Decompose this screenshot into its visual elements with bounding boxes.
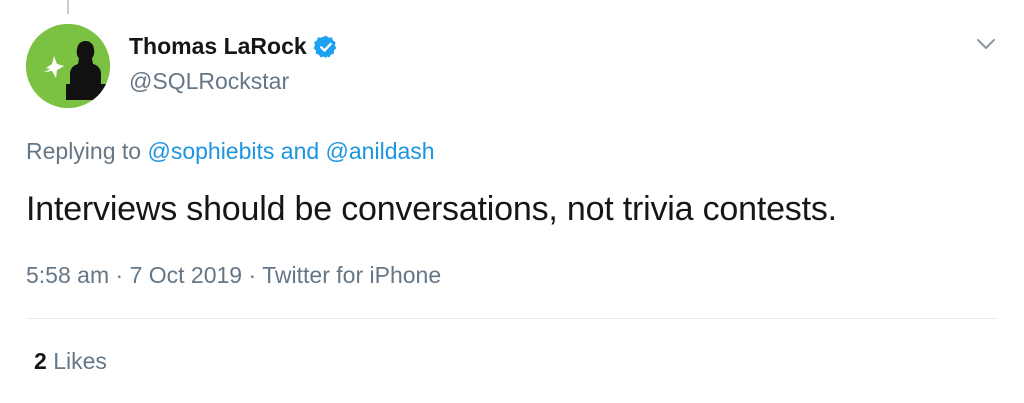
tweet-metadata: 5:58 am · 7 Oct 2019 · Twitter for iPhon… (26, 262, 441, 289)
tweet-time-link[interactable]: 5:58 am (26, 262, 109, 288)
tweet-text: Interviews should be conversations, not … (26, 190, 837, 228)
likes-link[interactable]: 2 Likes (34, 348, 107, 375)
reply-joiner[interactable]: and (281, 138, 319, 164)
user-name[interactable]: Thomas LaRock (129, 33, 339, 60)
user-name-text[interactable]: Thomas LaRock (129, 33, 307, 60)
tweet-card: Thomas LaRock @SQLRockstar Replying to @… (0, 0, 1024, 403)
chevron-down-icon[interactable] (972, 30, 1000, 58)
tweet-source-link[interactable]: Twitter for iPhone (262, 262, 441, 288)
thread-connector-line (67, 0, 69, 14)
tweet-date-link[interactable]: 7 Oct 2019 (130, 262, 243, 288)
divider (26, 318, 998, 319)
reply-prefix: Replying to (26, 138, 142, 164)
avatar-silhouette-icon (26, 24, 110, 108)
mention-link-anildash[interactable]: @anildash (326, 138, 435, 164)
avatar[interactable] (26, 24, 110, 108)
mention-link-sophiebits[interactable]: @sophiebits (147, 138, 274, 164)
reply-context: Replying to @sophiebits and @anildash (26, 138, 435, 165)
verified-badge-icon (313, 35, 336, 58)
meta-separator: · (248, 262, 257, 288)
likes-label[interactable]: Likes (53, 348, 107, 374)
user-handle[interactable]: @SQLRockstar (129, 68, 289, 95)
meta-separator: · (115, 262, 124, 288)
likes-count[interactable]: 2 (34, 348, 47, 374)
